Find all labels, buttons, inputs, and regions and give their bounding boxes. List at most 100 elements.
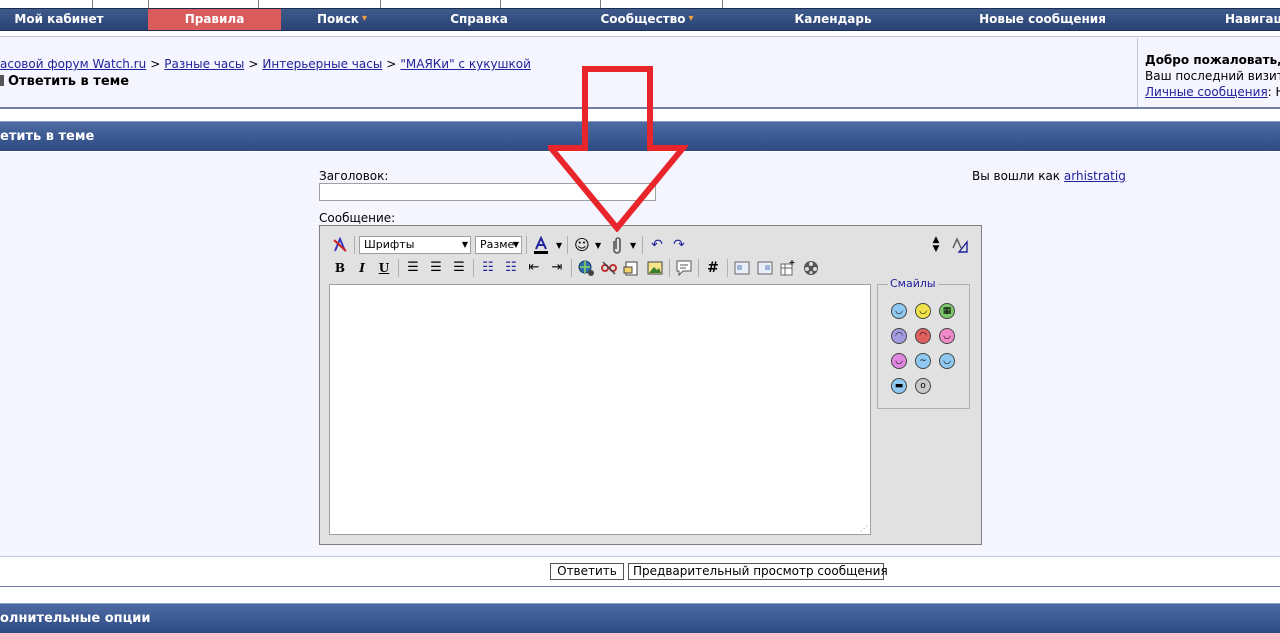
message-textarea[interactable]: ⋰ xyxy=(329,284,871,535)
image-icon xyxy=(647,261,663,275)
size-dropdown[interactable]: Разме ▼ xyxy=(475,236,522,254)
ordered-list-button[interactable]: ☷ xyxy=(478,258,498,278)
toolbar-separator xyxy=(398,259,399,277)
title-label: Заголовок: xyxy=(319,169,389,183)
align-center-icon: ☰ xyxy=(430,260,442,275)
breadcrumb-misc-watches-link[interactable]: Разные часы xyxy=(164,57,244,71)
popup-arrow-icon: ▾ xyxy=(688,13,694,24)
dropdown-arrow-icon[interactable]: ▼ xyxy=(595,241,601,250)
eek-icon[interactable]: o xyxy=(915,378,931,394)
resize-grip-icon[interactable]: ⋰ xyxy=(860,524,868,533)
redo-icon: ↷ xyxy=(673,237,685,253)
undo-icon: ↶ xyxy=(651,237,663,253)
breadcrumb-thread-link[interactable]: "МАЯКи" с кукушкой xyxy=(400,57,531,71)
nav-community[interactable]: Сообщество ▾ xyxy=(582,9,712,30)
happy-icon[interactable]: ◡ xyxy=(915,303,931,319)
message-editor: Шрифты ▼ Разме ▼ ▼ ☺ ▼ ▼ ↶ ↷ ▲ ▼ B I U ☰ ☰ … xyxy=(319,225,982,545)
table-button[interactable] xyxy=(778,258,798,278)
dropdown-arrow-icon[interactable]: ▼ xyxy=(556,241,562,250)
up-down-arrows-icon: ▲ ▼ xyxy=(932,235,940,254)
underline-button[interactable]: U xyxy=(374,258,394,278)
redo-button[interactable]: ↷ xyxy=(669,235,689,255)
breadcrumb-separator: > xyxy=(386,57,397,71)
nav-new-posts[interactable]: Новые сообщения xyxy=(970,9,1115,30)
smile-icon[interactable]: ◡ xyxy=(891,303,907,319)
code-button[interactable]: # xyxy=(703,258,723,278)
nav-my-cabinet[interactable]: Мой кабинет xyxy=(0,9,118,30)
italic-button[interactable]: I xyxy=(352,258,372,278)
breadcrumb: асовой форум Watch.ru > Разные часы > Интерь… xyxy=(0,57,531,71)
toolbar-row-2: B I U ☰ ☰ ☰ ☷ ☷ ⇤ ⇥ # xyxy=(328,258,968,278)
align-left-button[interactable]: ☰ xyxy=(403,258,423,278)
toolbar-separator xyxy=(567,236,568,254)
breadcrumb-forum-link[interactable]: асовой форум Watch.ru xyxy=(0,57,146,71)
private-messages-link[interactable]: Личные сообщения xyxy=(1145,85,1268,99)
welcome-box: Добро пожаловать, ar Ваш последний визит… xyxy=(1137,38,1280,107)
page-title: Ответить в теме xyxy=(0,74,129,89)
breadcrumb-interior-clocks-link[interactable]: Интерьерные часы xyxy=(262,57,382,71)
html-button[interactable] xyxy=(732,258,752,278)
text-color-button[interactable] xyxy=(531,235,551,255)
confused-icon[interactable]: ~ xyxy=(915,353,931,369)
unordered-list-button[interactable]: ☷ xyxy=(501,258,521,278)
smiley-icon: ☺ xyxy=(574,236,590,254)
outdent-button[interactable]: ⇤ xyxy=(524,258,544,278)
insert-email-button[interactable] xyxy=(622,258,642,278)
insert-link-button[interactable] xyxy=(576,258,596,278)
font-dropdown[interactable]: Шрифты ▼ xyxy=(359,236,471,254)
toolbar-separator xyxy=(698,259,699,277)
top-strip xyxy=(0,0,1280,8)
nav-navigation[interactable]: Навигаци xyxy=(1210,9,1280,30)
indent-button[interactable]: ⇥ xyxy=(547,258,567,278)
grin-icon[interactable]: ▦ xyxy=(939,303,955,319)
dropdown-arrow-icon: ▼ xyxy=(512,240,519,249)
video-button[interactable] xyxy=(801,258,821,278)
align-right-icon: ☰ xyxy=(453,260,465,275)
last-visit-text: Ваш последний визит: xyxy=(1145,69,1280,83)
tongue-icon[interactable]: ◡ xyxy=(939,328,955,344)
remove-format-icon xyxy=(333,236,347,252)
navbar: Мой кабинет Правила Поиск ▾ Справка Сообщ… xyxy=(0,8,1280,31)
remove-format-button[interactable] xyxy=(330,235,350,255)
toolbar-separator xyxy=(473,259,474,277)
quote-button[interactable] xyxy=(674,258,694,278)
ordered-list-icon: ☷ xyxy=(482,260,494,275)
sad-icon[interactable]: ◠ xyxy=(891,328,907,344)
globe-link-icon xyxy=(578,260,594,276)
message-label: Сообщение: xyxy=(319,211,396,225)
table-icon xyxy=(780,260,795,276)
nav-calendar[interactable]: Календарь xyxy=(768,9,898,30)
cool-icon[interactable]: ▬ xyxy=(891,378,907,394)
php-button[interactable] xyxy=(755,258,775,278)
align-center-button[interactable]: ☰ xyxy=(426,258,446,278)
insert-image-button[interactable] xyxy=(645,258,665,278)
resize-editor-button[interactable]: ▲ ▼ xyxy=(926,235,946,255)
laugh-icon[interactable]: ◡ xyxy=(891,353,907,369)
undo-button[interactable]: ↶ xyxy=(647,235,667,255)
remove-link-button[interactable] xyxy=(599,258,619,278)
form-bottom-border xyxy=(0,586,1280,587)
attach-button[interactable] xyxy=(607,235,627,255)
unlink-icon xyxy=(601,261,617,275)
switch-mode-button[interactable] xyxy=(950,235,970,255)
align-right-button[interactable]: ☰ xyxy=(449,258,469,278)
reply-button[interactable]: Ответить xyxy=(550,563,624,580)
smilies-panel: Смайлы ◡ ◡ ▦ ◠ ◠ ◡ ◡ ~ ◡ ▬ o xyxy=(877,277,970,409)
annotation-arrow xyxy=(548,66,688,232)
preview-button[interactable]: Предварительный просмотр сообщения xyxy=(628,563,888,580)
html-icon xyxy=(734,261,750,275)
options-section-header: олнительные опции xyxy=(0,603,1280,633)
logged-in-user-link[interactable]: arhistratig xyxy=(1064,169,1126,183)
nav-search[interactable]: Поиск ▾ xyxy=(292,9,392,30)
toolbar-separator xyxy=(571,259,572,277)
dropdown-arrow-icon[interactable]: ▼ xyxy=(630,241,636,250)
smilies-button[interactable]: ☺ xyxy=(572,235,592,255)
wink-icon[interactable]: ◡ xyxy=(939,353,955,369)
mad-icon[interactable]: ◠ xyxy=(915,328,931,344)
thread-icon xyxy=(0,75,4,86)
bold-button[interactable]: B xyxy=(330,258,350,278)
nav-help[interactable]: Справка xyxy=(420,9,538,30)
nav-rules[interactable]: Правила xyxy=(148,9,281,30)
smilies-label: Смайлы xyxy=(888,277,938,290)
dropdown-arrow-icon: ▼ xyxy=(461,240,468,249)
